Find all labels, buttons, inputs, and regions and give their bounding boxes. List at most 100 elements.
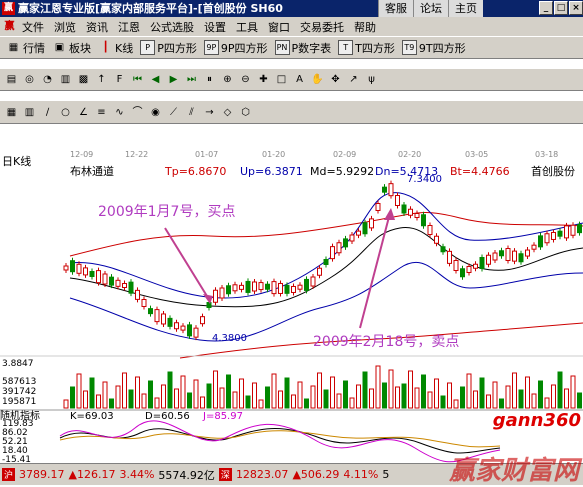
volume-bar bbox=[297, 381, 303, 409]
volume-bar bbox=[499, 398, 504, 409]
menu-help[interactable]: 帮助 bbox=[349, 19, 381, 35]
menu-tools[interactable]: 工具 bbox=[231, 19, 263, 35]
cross-icon[interactable]: ✚ bbox=[256, 72, 271, 87]
tab-customer-service[interactable]: 客服 bbox=[378, 0, 413, 17]
sz-index-value[interactable]: 12823.07 bbox=[236, 468, 289, 481]
arrow-icon[interactable]: ↗ bbox=[346, 72, 361, 87]
t-square-button[interactable]: T T四方形 bbox=[336, 40, 397, 56]
chart-icon[interactable]: ▥ bbox=[58, 72, 73, 87]
channel-icon[interactable]: ⫽ bbox=[184, 105, 199, 120]
9p-square-button[interactable]: 9P 9P四方形 bbox=[202, 40, 270, 56]
hand-icon[interactable]: ✋ bbox=[310, 72, 325, 87]
quote-button[interactable]: ▦ 行情 bbox=[4, 40, 47, 56]
circle-icon[interactable]: ○ bbox=[58, 105, 73, 120]
left-icon[interactable]: ◀ bbox=[148, 72, 163, 87]
move-icon[interactable]: ✥ bbox=[328, 72, 343, 87]
square-icon[interactable]: ◇ bbox=[220, 105, 235, 120]
kline-chart-panel[interactable]: 日K线 布林通道 Tp=6.8670 Up=6.3871 Md=5.9292 D… bbox=[0, 148, 583, 465]
volume-bar bbox=[161, 384, 166, 409]
fork-icon[interactable]: ψ bbox=[364, 72, 379, 87]
candle-body bbox=[408, 208, 413, 216]
p-number-button[interactable]: PN P数字表 bbox=[273, 40, 334, 56]
sell-annotation: 2009年2月18号，卖点 bbox=[313, 334, 459, 350]
menu-file[interactable]: 文件 bbox=[17, 19, 49, 35]
menu-settings[interactable]: 设置 bbox=[199, 19, 231, 35]
kline-button[interactable]: ┃ K线 bbox=[96, 40, 135, 56]
candle-body bbox=[291, 285, 296, 293]
title-bar: 赢 赢家江恩专业版[赢家内部服务平台]-[首创股份 SH60 客服 论坛 主页 … bbox=[0, 0, 583, 17]
spiral-icon[interactable]: ◉ bbox=[148, 105, 163, 120]
volume-bar bbox=[291, 394, 296, 409]
menu-gann[interactable]: 江恩 bbox=[113, 19, 145, 35]
angle-icon[interactable]: ∠ bbox=[76, 105, 91, 120]
volume-bar bbox=[564, 388, 569, 409]
menu-window[interactable]: 窗口 bbox=[263, 19, 295, 35]
candle-body bbox=[336, 242, 342, 254]
sine-icon[interactable]: ∿ bbox=[112, 105, 127, 120]
menu-browse[interactable]: 浏览 bbox=[49, 19, 81, 35]
bell-icon[interactable]: ◎ bbox=[22, 72, 37, 87]
close-button[interactable]: × bbox=[569, 1, 583, 15]
candle-body bbox=[525, 249, 530, 257]
candle-body bbox=[349, 234, 355, 242]
sell-arrow-head bbox=[384, 208, 395, 220]
up-icon[interactable]: ↑ bbox=[94, 72, 109, 87]
pie-icon[interactable]: ◔ bbox=[40, 72, 55, 87]
stock-icon[interactable]: ▩ bbox=[76, 72, 91, 87]
grid2-icon[interactable]: ▥ bbox=[22, 105, 37, 120]
zoom-out-icon[interactable]: ⊖ bbox=[238, 72, 253, 87]
9p-square-label: 9P四方形 bbox=[220, 41, 268, 55]
trend-icon[interactable]: ⟋ bbox=[166, 105, 181, 120]
sh-index-value[interactable]: 3789.17 bbox=[19, 468, 65, 481]
ray-icon[interactable]: → bbox=[202, 105, 217, 120]
indicator-name: 布林通道 bbox=[70, 164, 114, 178]
volume-bar bbox=[278, 390, 283, 409]
pause-icon[interactable]: ⏸ bbox=[202, 72, 217, 87]
t-square-label: T四方形 bbox=[355, 41, 395, 55]
candle-body bbox=[447, 250, 452, 264]
t-icon: T bbox=[338, 40, 354, 55]
volume-bar bbox=[271, 373, 277, 409]
candle-body bbox=[460, 268, 465, 278]
volume-bar bbox=[63, 399, 69, 409]
fan-icon[interactable]: ∕ bbox=[40, 105, 55, 120]
volume-bar bbox=[466, 373, 472, 409]
candle-body bbox=[505, 248, 511, 261]
volume-bar bbox=[89, 377, 95, 409]
candle-body bbox=[427, 225, 433, 235]
menu-info[interactable]: 资讯 bbox=[81, 19, 113, 35]
tab-home[interactable]: 主页 bbox=[448, 0, 483, 17]
high-price-label: 7.3400 bbox=[407, 174, 442, 185]
maximize-button[interactable]: □ bbox=[554, 1, 568, 15]
candle-body bbox=[154, 309, 160, 323]
candle-body bbox=[193, 327, 199, 338]
next-icon[interactable]: ⏭ bbox=[184, 72, 199, 87]
sector-button[interactable]: ▣ 板块 bbox=[50, 40, 93, 56]
menu-trade[interactable]: 交易委托 bbox=[295, 19, 349, 35]
kline-label: K线 bbox=[115, 41, 134, 55]
zoom-in-icon[interactable]: ⊕ bbox=[220, 72, 235, 87]
buy-annotation: 2009年1月7号，买点 bbox=[98, 204, 235, 220]
calendar-icon[interactable]: ▦ bbox=[4, 105, 19, 120]
p-square-button[interactable]: P P四方形 bbox=[138, 40, 199, 56]
9t-square-button[interactable]: T9 9T四方形 bbox=[400, 40, 468, 56]
layout-icon[interactable]: ▤ bbox=[4, 72, 19, 87]
tab-forum[interactable]: 论坛 bbox=[413, 0, 448, 17]
lines-icon[interactable]: ≡ bbox=[94, 105, 109, 120]
minimize-button[interactable]: _ bbox=[539, 1, 553, 15]
volume-bar bbox=[180, 375, 186, 409]
prev-icon[interactable]: ⏮ bbox=[130, 72, 145, 87]
candle-body bbox=[219, 287, 225, 299]
volume-bar bbox=[96, 394, 101, 409]
box-icon[interactable]: □ bbox=[274, 72, 289, 87]
f-icon[interactable]: F bbox=[112, 72, 127, 87]
hex-icon[interactable]: ⬡ bbox=[238, 105, 253, 120]
right-icon[interactable]: ▶ bbox=[166, 72, 181, 87]
sh-index-change: ▲126.17 bbox=[68, 468, 116, 481]
candle-body bbox=[356, 230, 361, 236]
text-icon[interactable]: A bbox=[292, 72, 307, 87]
volume-bar bbox=[440, 395, 446, 409]
date-label: 03-18 bbox=[535, 150, 558, 159]
menu-formula[interactable]: 公式选股 bbox=[145, 19, 199, 35]
arc-icon[interactable]: ⌒ bbox=[130, 105, 145, 120]
